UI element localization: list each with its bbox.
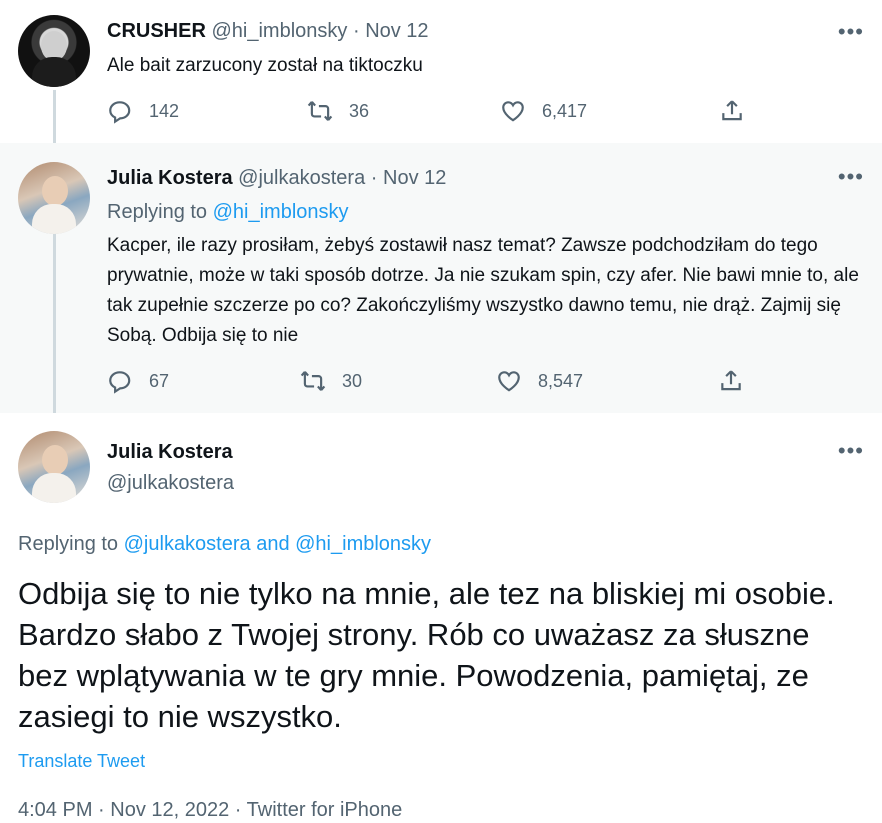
avatar-face — [42, 176, 68, 206]
tweet-crusher[interactable]: CRUSHER @hi_imblonsky · Nov 12 ••• Ale b… — [0, 0, 882, 143]
avatar[interactable] — [18, 15, 90, 87]
avatar[interactable] — [18, 431, 90, 503]
separator: · — [352, 20, 360, 42]
avatar-shirt — [32, 473, 76, 503]
share-button[interactable] — [718, 368, 744, 394]
tweet-date[interactable]: Nov 12 — [383, 167, 446, 189]
retweet-count: 36 — [349, 100, 370, 121]
reply-button[interactable]: 142 — [107, 98, 179, 124]
avatar-shirt — [32, 204, 76, 234]
tweet-actions: 67 30 8,547 — [107, 368, 757, 396]
display-name[interactable]: Julia Kostera — [107, 167, 233, 189]
translate-tweet-link[interactable]: Translate Tweet — [18, 751, 145, 772]
like-button[interactable]: 8,547 — [496, 368, 583, 394]
reply-count: 67 — [149, 370, 170, 391]
avatar-face — [42, 445, 68, 475]
tweet-main-text: Odbija się to nie tylko na mnie, ale tez… — [18, 576, 835, 734]
separator: · — [370, 167, 378, 189]
reply-button[interactable]: 67 — [107, 368, 169, 394]
tweet-date[interactable]: Nov 12 — [365, 20, 428, 42]
tweet-header: Julia Kostera @julkakostera · Nov 12 — [107, 166, 446, 190]
replying-prefix: Replying to — [107, 201, 208, 223]
display-name[interactable]: CRUSHER — [107, 20, 206, 42]
heart-icon — [498, 371, 520, 392]
like-button[interactable]: 6,417 — [500, 98, 587, 124]
avatar-shirt — [32, 57, 76, 87]
more-options-icon[interactable]: ••• — [838, 166, 864, 188]
avatar[interactable] — [18, 162, 90, 234]
display-name[interactable]: Julia Kostera — [107, 440, 233, 464]
reply-icon — [109, 101, 131, 124]
retweet-count: 30 — [342, 370, 363, 391]
reply-count: 142 — [149, 100, 180, 121]
share-button[interactable] — [719, 98, 745, 124]
more-options-icon[interactable]: ••• — [838, 21, 864, 43]
more-options-icon[interactable]: ••• — [838, 440, 864, 462]
tweet-text: Ale bait zarzucony został na tiktoczku — [107, 55, 423, 76]
share-icon — [722, 100, 742, 121]
retweet-icon — [300, 371, 326, 391]
tweet-timestamp-source[interactable]: 4:04 PM · Nov 12, 2022 · Twitter for iPh… — [18, 799, 402, 822]
thread-connector — [53, 234, 56, 428]
handle[interactable]: @julkakostera — [107, 471, 234, 495]
retweet-button[interactable]: 30 — [300, 368, 362, 394]
heart-icon — [502, 101, 524, 122]
share-icon — [721, 370, 741, 391]
tweet-text: Kacper, ile razy prosiłam, żebyś zostawi… — [107, 235, 859, 346]
like-count: 6,417 — [542, 100, 588, 121]
handle[interactable]: @julkakostera — [238, 167, 365, 189]
replying-handles-link[interactable]: @julkakostera and @hi_imblonsky — [124, 533, 431, 555]
tweet-header: CRUSHER @hi_imblonsky · Nov 12 — [107, 19, 429, 43]
retweet-button[interactable]: 36 — [307, 98, 369, 124]
tweet-julia-reply[interactable]: Julia Kostera @julkakostera · Nov 12 •••… — [0, 143, 882, 413]
handle[interactable]: @hi_imblonsky — [211, 20, 347, 42]
tweet-actions: 142 36 6,417 — [107, 98, 757, 126]
replying-to: Replying to @hi_imblonsky — [107, 200, 349, 224]
retweet-icon — [307, 101, 333, 121]
like-count: 8,547 — [538, 370, 584, 391]
replying-to: Replying to @julkakostera and @hi_imblon… — [18, 532, 431, 556]
replying-handle-link[interactable]: @hi_imblonsky — [213, 201, 349, 223]
replying-prefix: Replying to — [18, 533, 119, 555]
reply-icon — [109, 371, 131, 394]
